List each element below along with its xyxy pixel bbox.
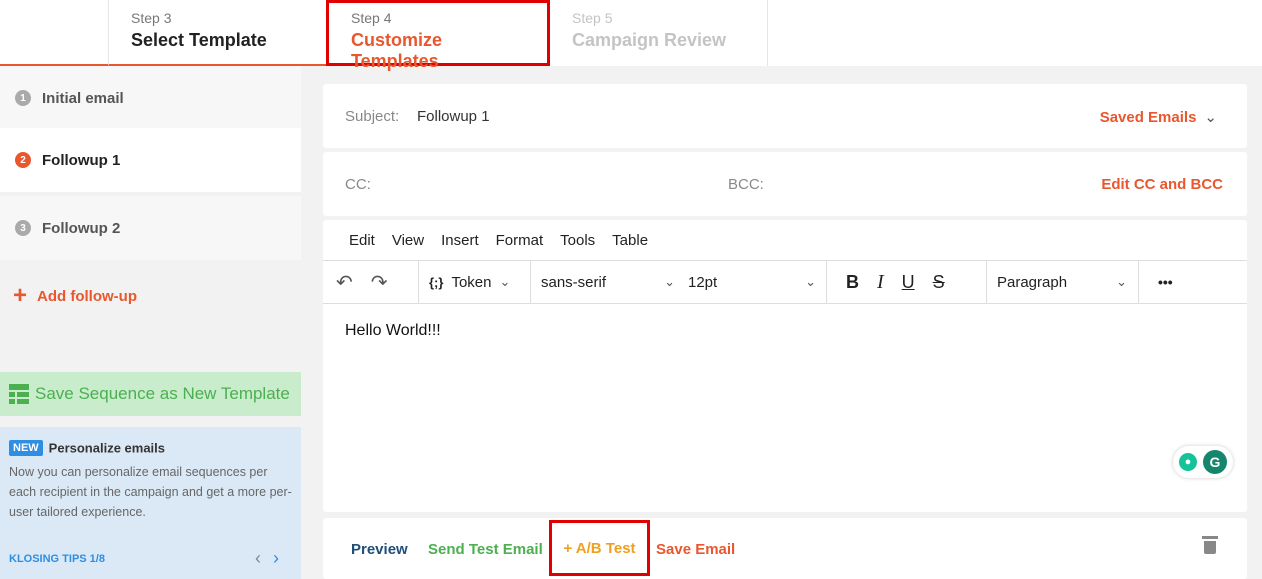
send-test-email-button[interactable]: Send Test Email	[428, 541, 543, 558]
email-body[interactable]: Hello World!!!	[345, 322, 441, 340]
redo-icon[interactable]: ↷	[371, 270, 388, 295]
menu-format[interactable]: Format	[496, 232, 544, 249]
step-number: Step 3	[131, 10, 172, 26]
sequence-item-label: Initial email	[42, 89, 124, 107]
step-select-template[interactable]: Step 3 Select Template	[108, 0, 326, 66]
sequence-sidebar: 1 Initial email 2 Followup 1 3 Followup …	[0, 66, 301, 579]
chevron-down-icon: ⌄	[499, 274, 511, 289]
chevron-down-icon: ⌄	[664, 274, 675, 289]
step-title: Customize Templates	[351, 30, 443, 71]
undo-icon[interactable]: ↶	[336, 270, 353, 295]
sequence-item-label: Followup 1	[42, 151, 121, 169]
font-family-dropdown[interactable]: sans-serif ⌄	[541, 274, 675, 291]
menu-table[interactable]: Table	[612, 232, 648, 249]
tip-title: Personalize emails	[48, 440, 166, 456]
bold-button[interactable]: B	[846, 272, 859, 293]
add-followup-label: Add follow-up	[37, 287, 137, 305]
template-icon	[9, 384, 29, 404]
underline-button[interactable]: U	[902, 272, 915, 293]
more-options-icon[interactable]: •••	[1158, 274, 1173, 290]
step-badge: 1	[15, 90, 31, 106]
chevron-down-icon: ⌄	[805, 274, 816, 289]
tip-body: Now you can personalize email sequences …	[9, 465, 292, 519]
cc-bcc-row: CC: BCC: Edit CC and BCC	[323, 152, 1247, 216]
menu-edit[interactable]: Edit	[349, 232, 375, 249]
step-badge: 3	[15, 220, 31, 236]
subject-row: Subject: Followup 1 Saved Emails ⌄	[323, 84, 1247, 148]
sequence-item-followup-1[interactable]: 2 Followup 1	[0, 128, 301, 192]
sequence-item-initial-email[interactable]: 1 Initial email	[0, 66, 301, 130]
token-dropdown[interactable]: {;} Token ⌄	[429, 274, 510, 291]
plus-icon: +	[13, 282, 28, 309]
step-title: Campaign Review	[572, 30, 727, 50]
tip-counter: KLOSING TIPS 1/8	[9, 553, 105, 565]
menu-insert[interactable]: Insert	[441, 232, 479, 249]
step-number: Step 5	[572, 10, 613, 26]
save-sequence-label: Save Sequence as New Template	[35, 384, 290, 403]
grammarly-icon: G	[1203, 450, 1227, 474]
add-followup-button[interactable]: + Add follow-up	[13, 284, 137, 308]
bcc-field[interactable]: BCC:	[728, 176, 764, 193]
step-campaign-review[interactable]: Step 5 Campaign Review	[550, 0, 768, 66]
ab-test-button[interactable]: + A/B Test	[549, 520, 650, 576]
saved-emails-dropdown[interactable]: Saved Emails ⌄	[1100, 108, 1217, 126]
menu-tools[interactable]: Tools	[560, 232, 595, 249]
font-size-dropdown[interactable]: 12pt ⌄	[688, 274, 816, 291]
chevron-down-icon: ⌄	[1116, 274, 1127, 289]
klosing-tips-panel: NEW Personalize emails Now you can person…	[0, 427, 301, 579]
chevron-down-icon: ⌄	[1204, 109, 1217, 126]
save-email-button[interactable]: Save Email	[656, 541, 735, 558]
step-number: Step 4	[351, 10, 392, 26]
token-icon: {;}	[429, 274, 444, 290]
chevron-right-icon[interactable]: ›	[273, 548, 279, 568]
email-editor: Edit View Insert Format Tools Table ↶ ↷ …	[323, 220, 1247, 512]
edit-cc-bcc-link[interactable]: Edit CC and BCC	[1101, 176, 1223, 193]
sequence-item-label: Followup 2	[42, 219, 121, 237]
subject-input[interactable]: Followup 1	[417, 108, 490, 125]
preview-button[interactable]: Preview	[351, 541, 408, 558]
step-title: Select Template	[131, 30, 267, 50]
lightbulb-icon: ●	[1179, 453, 1197, 471]
grammarly-widget[interactable]: ● G	[1173, 446, 1233, 478]
steps-header: Step 3 Select Template Step 4 Customize …	[0, 0, 1262, 71]
subject-label: Subject:	[345, 108, 400, 125]
save-sequence-template-button[interactable]: Save Sequence as New Template	[0, 372, 301, 416]
strikethrough-button[interactable]: S	[933, 272, 945, 293]
block-format-dropdown[interactable]: Paragraph ⌄	[997, 274, 1127, 291]
editor-menubar: Edit View Insert Format Tools Table	[323, 220, 1247, 260]
email-actions: Preview Send Test Email + A/B Test Save …	[323, 518, 1247, 579]
trash-icon[interactable]	[1202, 536, 1218, 554]
editor-toolbar: ↶ ↷ {;} Token ⌄ sans-serif ⌄ 12pt ⌄ B I U S …	[323, 260, 1247, 304]
sequence-item-followup-2[interactable]: 3 Followup 2	[0, 196, 301, 260]
step-customize-templates[interactable]: Step 4 Customize Templates	[326, 0, 550, 71]
menu-view[interactable]: View	[392, 232, 424, 249]
chevron-left-icon[interactable]: ‹	[255, 548, 261, 568]
new-badge: NEW	[9, 439, 43, 456]
italic-button[interactable]: I	[877, 271, 884, 294]
step-badge: 2	[15, 152, 31, 168]
cc-field[interactable]: CC:	[345, 176, 371, 193]
